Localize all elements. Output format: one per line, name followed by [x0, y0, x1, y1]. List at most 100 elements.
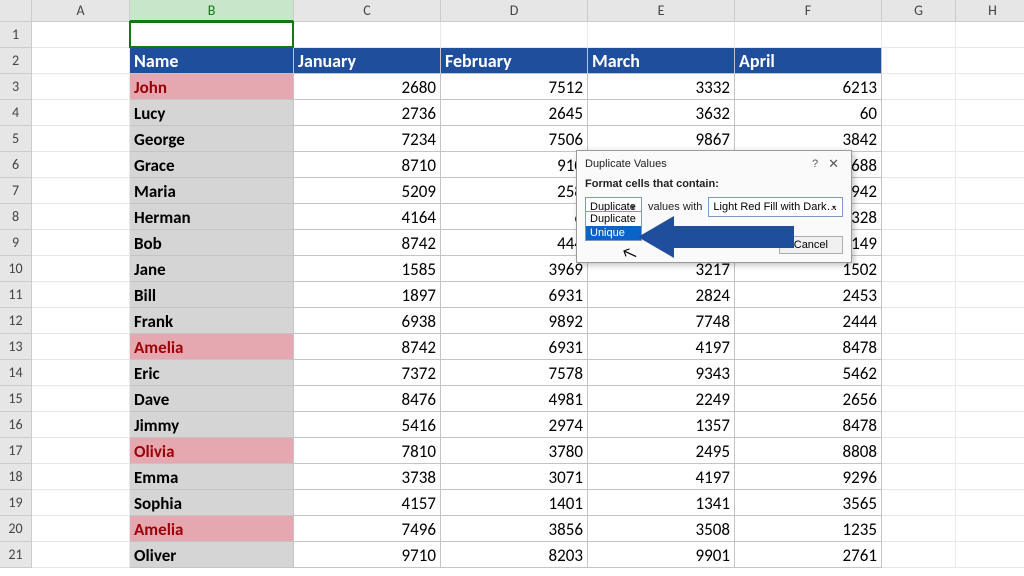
- row-header[interactable]: 9: [0, 230, 32, 256]
- cell[interactable]: [32, 360, 130, 386]
- cell-name[interactable]: Sophia: [130, 490, 294, 516]
- cell-value[interactable]: 2453: [735, 282, 882, 308]
- col-header[interactable]: D: [441, 0, 588, 22]
- cell[interactable]: [882, 412, 956, 438]
- cell[interactable]: [588, 22, 735, 48]
- cell[interactable]: [32, 22, 130, 48]
- cell-value[interactable]: 4197: [588, 464, 735, 490]
- cell[interactable]: [956, 542, 1024, 568]
- cell[interactable]: [32, 308, 130, 334]
- cell-name[interactable]: Eric: [130, 360, 294, 386]
- cell-value[interactable]: 5416: [294, 412, 441, 438]
- cell-value[interactable]: 8478: [735, 334, 882, 360]
- row-header[interactable]: 13: [0, 334, 32, 360]
- row-header[interactable]: 12: [0, 308, 32, 334]
- cell[interactable]: [956, 438, 1024, 464]
- cell[interactable]: [956, 516, 1024, 542]
- cell[interactable]: [956, 74, 1024, 100]
- cell[interactable]: [32, 516, 130, 542]
- header-name[interactable]: Name: [130, 48, 294, 74]
- cell-value[interactable]: 6931: [441, 334, 588, 360]
- cell-value[interactable]: 6: [441, 204, 588, 230]
- cell[interactable]: [956, 308, 1024, 334]
- cell-value[interactable]: 9710: [294, 542, 441, 568]
- cell-value[interactable]: 1401: [441, 490, 588, 516]
- format-combo[interactable]: Light Red Fill with Dark Red Text ▾: [708, 197, 843, 217]
- cell[interactable]: [882, 542, 956, 568]
- cell-value[interactable]: 5462: [735, 360, 882, 386]
- cell-value[interactable]: 2495: [588, 438, 735, 464]
- cell[interactable]: [32, 412, 130, 438]
- cell-value[interactable]: 3565: [735, 490, 882, 516]
- cell[interactable]: [956, 490, 1024, 516]
- cell-value[interactable]: 2736: [294, 100, 441, 126]
- cell[interactable]: [32, 126, 130, 152]
- col-header[interactable]: B: [130, 0, 294, 22]
- cell-value[interactable]: 2249: [588, 386, 735, 412]
- dropdown-option-unique[interactable]: Unique: [586, 226, 641, 240]
- cell-name[interactable]: Dave: [130, 386, 294, 412]
- col-header[interactable]: C: [294, 0, 441, 22]
- row-header[interactable]: 15: [0, 386, 32, 412]
- row-header[interactable]: 4: [0, 100, 32, 126]
- row-header[interactable]: 20: [0, 516, 32, 542]
- cell-name[interactable]: Frank: [130, 308, 294, 334]
- cell-value[interactable]: 4981: [441, 386, 588, 412]
- row-header[interactable]: 8: [0, 204, 32, 230]
- cell-value[interactable]: 3632: [588, 100, 735, 126]
- cell-value[interactable]: 8710: [294, 152, 441, 178]
- row-header[interactable]: 1: [0, 22, 32, 48]
- cell-value[interactable]: 4197: [588, 334, 735, 360]
- cell[interactable]: [32, 386, 130, 412]
- cell[interactable]: [882, 386, 956, 412]
- cell[interactable]: [735, 22, 882, 48]
- cell-name[interactable]: Herman: [130, 204, 294, 230]
- cell[interactable]: [32, 282, 130, 308]
- dropdown-option-duplicate[interactable]: Duplicate: [586, 212, 641, 226]
- cell-value[interactable]: 8808: [735, 438, 882, 464]
- cell[interactable]: [956, 282, 1024, 308]
- row-header[interactable]: 2: [0, 48, 32, 74]
- cell[interactable]: [882, 126, 956, 152]
- cell[interactable]: [882, 256, 956, 282]
- cell-value[interactable]: 9343: [588, 360, 735, 386]
- cell[interactable]: [956, 126, 1024, 152]
- col-header[interactable]: E: [588, 0, 735, 22]
- cell[interactable]: [32, 204, 130, 230]
- cell-name[interactable]: John: [130, 74, 294, 100]
- cell-value[interactable]: 3969: [441, 256, 588, 282]
- cell[interactable]: [32, 152, 130, 178]
- cell-value[interactable]: 9901: [588, 542, 735, 568]
- cell-value[interactable]: 7512: [441, 74, 588, 100]
- cell[interactable]: [32, 256, 130, 282]
- cell-value[interactable]: 3508: [588, 516, 735, 542]
- header-jan[interactable]: January: [294, 48, 441, 74]
- cell-value[interactable]: 7748: [588, 308, 735, 334]
- cell[interactable]: [956, 412, 1024, 438]
- row-header[interactable]: 5: [0, 126, 32, 152]
- cell-name[interactable]: Jane: [130, 256, 294, 282]
- cell[interactable]: [956, 334, 1024, 360]
- cell-name[interactable]: George: [130, 126, 294, 152]
- cell-value[interactable]: 1585: [294, 256, 441, 282]
- cell[interactable]: [956, 152, 1024, 178]
- cell[interactable]: [294, 22, 441, 48]
- cell-name[interactable]: Jimmy: [130, 412, 294, 438]
- cell-value[interactable]: 8476: [294, 386, 441, 412]
- header-apr[interactable]: April: [735, 48, 882, 74]
- cell[interactable]: [32, 74, 130, 100]
- cell[interactable]: [32, 542, 130, 568]
- cell-value[interactable]: 8478: [735, 412, 882, 438]
- cell[interactable]: [882, 48, 956, 74]
- cell[interactable]: [882, 178, 956, 204]
- cell[interactable]: [882, 490, 956, 516]
- row-header[interactable]: 6: [0, 152, 32, 178]
- cell-value[interactable]: 3332: [588, 74, 735, 100]
- cell-value[interactable]: 9892: [441, 308, 588, 334]
- header-mar[interactable]: March: [588, 48, 735, 74]
- cancel-button[interactable]: Cancel: [779, 236, 843, 254]
- row-header[interactable]: 21: [0, 542, 32, 568]
- cell[interactable]: [882, 438, 956, 464]
- col-header[interactable]: A: [32, 0, 130, 22]
- cell-value[interactable]: 2680: [294, 74, 441, 100]
